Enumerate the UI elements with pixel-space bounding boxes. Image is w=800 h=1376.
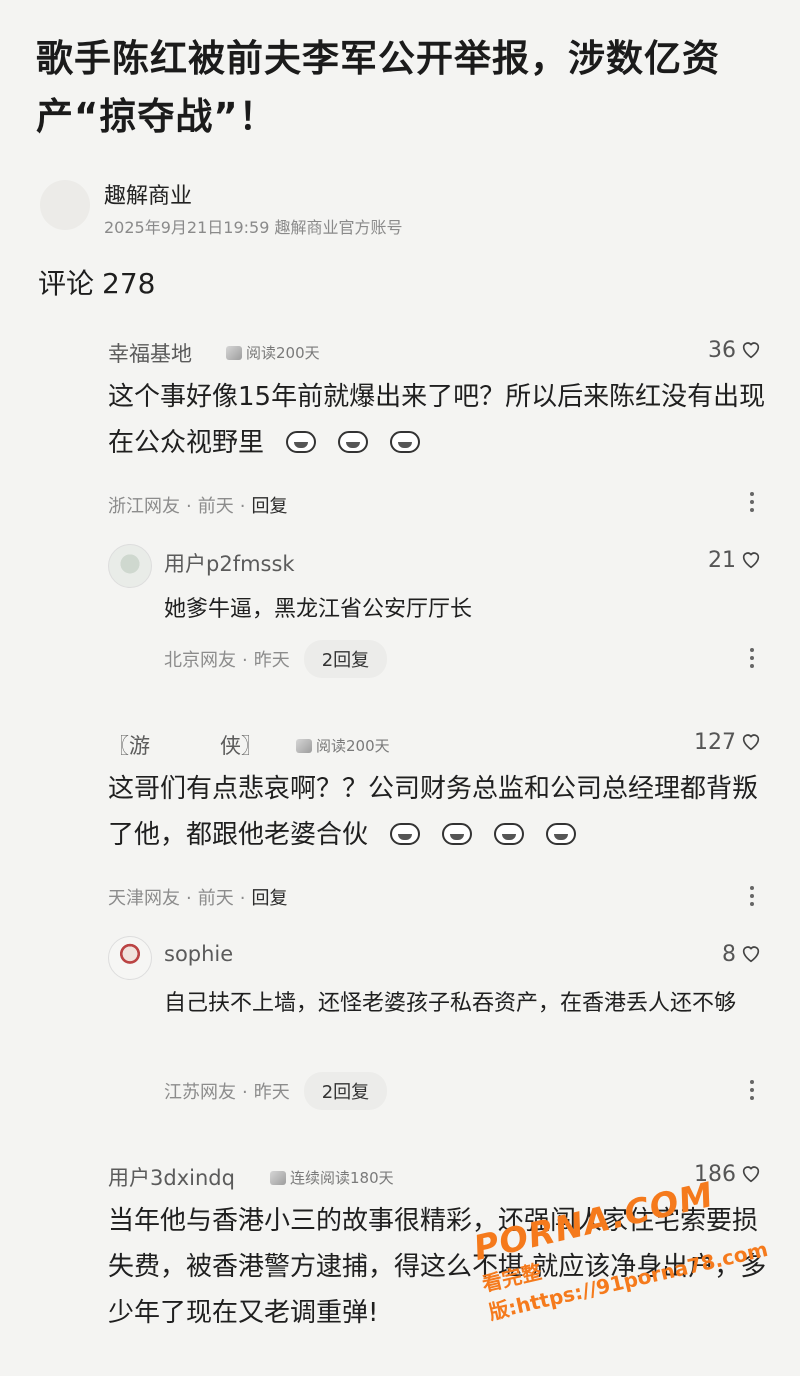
comment-time: 前天 [197,496,234,517]
reply-author[interactable]: sophie [164,942,233,966]
author-name-part: 侠〗 [220,734,262,758]
heart-icon [742,552,760,569]
more-options-icon[interactable] [750,1080,756,1100]
comments-count: 278 [102,267,156,300]
reply-time: 昨天 [253,1082,290,1103]
comment-author[interactable]: 用户3dxindq [108,1162,235,1192]
more-options-icon[interactable] [750,492,756,512]
comment-author[interactable]: 〖游 侠〗 [108,730,262,760]
reply-time: 昨天 [253,650,290,671]
laugh-emoji-icon [494,823,525,845]
badge-icon [226,346,242,360]
like-count: 8 [722,942,736,967]
reading-badge: 阅读200天 [226,342,320,363]
like-count: 127 [694,730,736,755]
author-name-part: 〖游 [108,734,150,758]
reading-badge: 连续阅读180天 [270,1167,394,1188]
heart-icon [742,734,760,751]
reply-footer: 江苏网友 · 昨天 2回复 [164,1072,388,1110]
badge-icon [270,1171,286,1185]
author-name[interactable]: 趣解商业 [104,178,192,210]
like-button[interactable]: 21 [708,548,762,573]
laugh-emoji-icon [286,431,317,453]
reply-button[interactable]: 回复 [251,888,287,909]
like-button[interactable]: 36 [708,338,762,363]
comment-footer: 天津网友 · 前天 · 回复 [108,888,288,909]
comment-location: 浙江网友 [108,496,180,517]
comment-author[interactable]: 幸福基地 [108,338,192,368]
comment-body: 这个事好像15年前就爆出来了吧？所以后来陈红没有出现在公众视野里 [108,382,766,458]
badge-icon [296,739,312,753]
comment-body: 这哥们有点悲哀啊？？公司财务总监和公司总经理都背叛了他，都跟他老婆合伙 [108,774,759,850]
like-button[interactable]: 8 [722,942,762,967]
like-button[interactable]: 127 [694,730,762,755]
article-title: 歌手陈红被前夫李军公开举报，涉数亿资产“掠夺战”！ [36,37,720,138]
laugh-emoji-icon [546,823,577,845]
comment-text: 这哥们有点悲哀啊？？公司财务总监和公司总经理都背叛了他，都跟他老婆合伙 [108,766,768,858]
reading-badge: 阅读200天 [296,735,390,756]
reply-footer: 北京网友 · 昨天 2回复 [164,640,388,678]
reply-text: 自己扶不上墙，还怪老婆孩子私吞资产，在香港丢人还不够 [164,991,737,1016]
badge-label: 连续阅读180天 [290,1169,394,1187]
laugh-emoji-icon [442,823,473,845]
badge-label: 阅读200天 [316,737,390,755]
comments-header: 评论 278 [38,262,155,302]
comment-location: 天津网友 [108,888,180,909]
comments-label: 评论 [38,267,95,300]
view-replies-button[interactable]: 2回复 [303,640,388,678]
more-options-icon[interactable] [750,648,756,668]
like-count: 21 [708,548,736,573]
avatar[interactable] [108,544,152,588]
comment-time: 前天 [197,888,234,909]
view-replies-button[interactable]: 2回复 [303,1072,388,1110]
reply-location: 北京网友 [164,650,236,671]
reply-location: 江苏网友 [164,1082,236,1103]
reply-author[interactable]: 用户p2fmssk [164,548,295,578]
avatar[interactable] [108,936,152,980]
badge-label: 阅读200天 [246,344,320,362]
reply-button[interactable]: 回复 [251,496,287,517]
heart-icon [742,946,760,963]
like-count: 36 [708,338,736,363]
comment-footer: 浙江网友 · 前天 · 回复 [108,496,288,517]
author-avatar[interactable] [40,180,90,230]
more-options-icon[interactable] [750,886,756,906]
heart-icon [742,342,760,359]
laugh-emoji-icon [390,823,421,845]
laugh-emoji-icon [338,431,369,453]
author-meta: 2025年9月21日19:59 趣解商业官方账号 [104,218,403,237]
reply-text: 她爹牛逼，黑龙江省公安厅厅长 [164,597,473,622]
comment-text: 这个事好像15年前就爆出来了吧？所以后来陈红没有出现在公众视野里 [108,374,768,466]
laugh-emoji-icon [390,431,421,453]
